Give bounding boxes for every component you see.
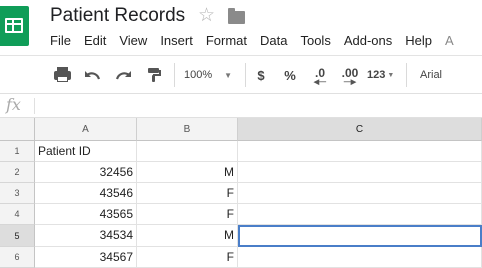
menu-edit[interactable]: Edit xyxy=(84,33,106,51)
cell-c1[interactable] xyxy=(238,141,482,162)
toolbar-divider xyxy=(245,63,246,87)
chevron-down-icon: ▼ xyxy=(224,70,233,80)
document-title[interactable]: Patient Records xyxy=(50,5,185,27)
cell-a4[interactable]: 43565 xyxy=(35,204,137,225)
menu-insert[interactable]: Insert xyxy=(160,33,193,51)
cell-b2[interactable]: M xyxy=(137,162,238,183)
undo-icon[interactable] xyxy=(83,56,103,94)
fx-icon: fx xyxy=(6,95,21,114)
percent-format-button[interactable]: % xyxy=(282,56,298,94)
cell-c3[interactable] xyxy=(238,183,482,204)
cell-b4[interactable]: F xyxy=(137,204,238,225)
font-select[interactable]: Arial xyxy=(420,56,450,94)
menu-bar: File Edit View Insert Format Data Tools … xyxy=(50,33,467,51)
row-header-6[interactable]: 6 xyxy=(0,247,35,268)
column-header-a[interactable]: A xyxy=(35,118,137,141)
toolbar-divider xyxy=(174,63,175,87)
increase-decimal-button[interactable]: .00 —▶ xyxy=(338,56,362,94)
increase-decimal-label: .00 xyxy=(341,65,359,80)
formula-input[interactable] xyxy=(36,94,476,117)
decrease-decimal-button[interactable]: .0 ◀— xyxy=(310,56,330,94)
cell-a1[interactable]: Patient ID xyxy=(35,141,137,162)
folder-icon[interactable] xyxy=(228,8,245,24)
column-header-b[interactable]: B xyxy=(137,118,238,141)
cell-b6[interactable]: F xyxy=(137,247,238,268)
cell-c4[interactable] xyxy=(238,204,482,225)
cell-a3[interactable]: 43546 xyxy=(35,183,137,204)
cell-c2[interactable] xyxy=(238,162,482,183)
paint-format-icon[interactable] xyxy=(144,56,164,94)
cell-b3[interactable]: F xyxy=(137,183,238,204)
toolbar-divider xyxy=(406,63,407,87)
menu-tools[interactable]: Tools xyxy=(300,33,330,51)
menu-accessibility[interactable]: A xyxy=(445,33,454,51)
star-icon[interactable]: ☆ xyxy=(198,4,215,27)
toolbar: 100% ▼ $ % .0 ◀— .00 —▶ 123 ▼ Arial xyxy=(0,55,482,94)
arrow-left-icon: ◀— xyxy=(313,78,327,86)
cell-a6[interactable]: 34567 xyxy=(35,247,137,268)
currency-format-button[interactable]: $ xyxy=(254,56,268,94)
print-icon[interactable] xyxy=(52,56,72,94)
zoom-value: 100% xyxy=(184,69,213,81)
row-header-1[interactable]: 1 xyxy=(0,141,35,162)
formula-divider xyxy=(34,98,35,114)
arrow-right-icon: —▶ xyxy=(343,78,357,86)
menu-help[interactable]: Help xyxy=(405,33,432,51)
cell-a2[interactable]: 32456 xyxy=(35,162,137,183)
menu-data[interactable]: Data xyxy=(260,33,287,51)
decrease-decimal-label: .0 xyxy=(314,65,325,80)
row-header-3[interactable]: 3 xyxy=(0,183,35,204)
formula-bar: fx xyxy=(0,94,482,118)
cell-c5[interactable] xyxy=(238,225,482,247)
cell-a5[interactable]: 34534 xyxy=(35,225,137,247)
menu-format[interactable]: Format xyxy=(206,33,247,51)
zoom-select[interactable]: 100% ▼ xyxy=(184,56,236,94)
cell-b5[interactable]: M xyxy=(137,225,238,247)
more-formats-button[interactable]: 123 ▼ xyxy=(367,56,397,94)
menu-view[interactable]: View xyxy=(119,33,147,51)
chevron-down-icon: ▼ xyxy=(387,71,395,79)
column-header-c[interactable]: C xyxy=(238,118,482,141)
row-header-4[interactable]: 4 xyxy=(0,204,35,225)
menu-addons[interactable]: Add-ons xyxy=(344,33,392,51)
sheets-logo-icon[interactable] xyxy=(0,6,29,46)
select-all-corner[interactable] xyxy=(0,118,35,141)
more-formats-label: 123 xyxy=(367,69,386,81)
redo-icon[interactable] xyxy=(113,56,133,94)
spreadsheet-grid: A B C 1 Patient ID 2 32456 M 3 43546 F 4… xyxy=(0,118,482,268)
menu-file[interactable]: File xyxy=(50,33,71,51)
cell-b1[interactable] xyxy=(137,141,238,162)
row-header-2[interactable]: 2 xyxy=(0,162,35,183)
row-header-5[interactable]: 5 xyxy=(0,225,35,247)
cell-c6[interactable] xyxy=(238,247,482,268)
